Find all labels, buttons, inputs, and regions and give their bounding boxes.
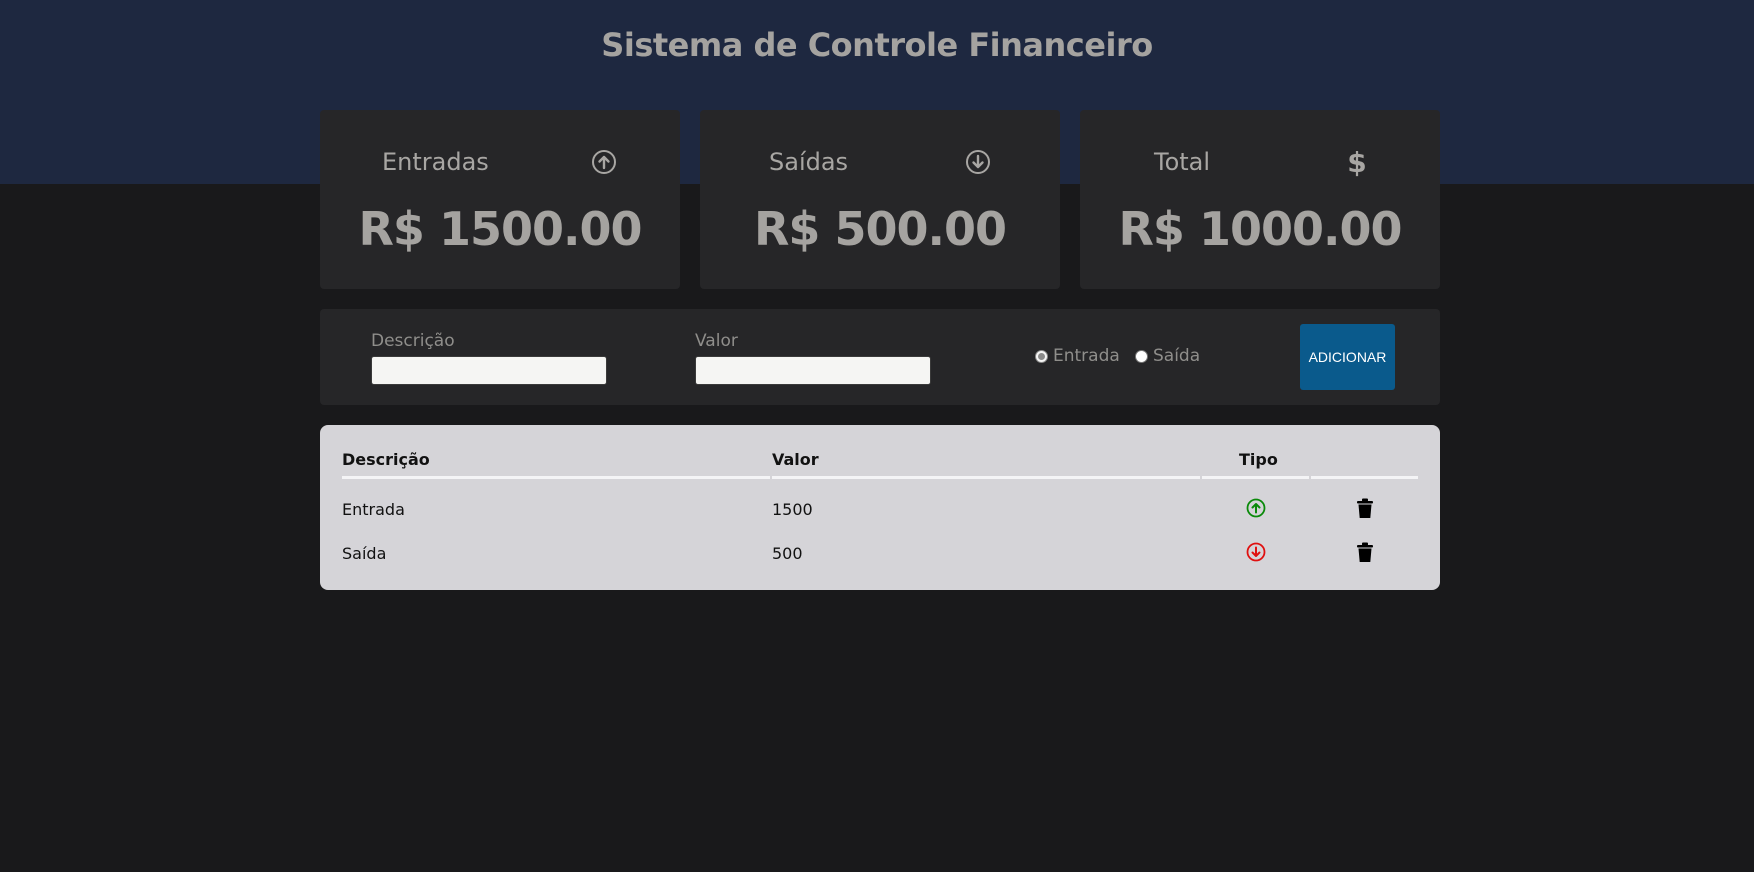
header-divider: [1311, 476, 1418, 479]
descricao-label: Descrição: [371, 331, 455, 351]
saidas-label: Saídas: [769, 148, 849, 176]
header-descricao: Descrição: [342, 450, 430, 469]
entradas-value: R$ 1500.00: [358, 202, 643, 256]
entradas-label: Entradas: [382, 148, 489, 176]
radio-entrada-label: Entrada: [1053, 346, 1120, 366]
radio-entrada-button[interactable]: [1035, 349, 1048, 363]
adicionar-button[interactable]: ADICIONAR: [1300, 324, 1395, 390]
total-card: Total $ R$ 1000.00: [1080, 110, 1440, 289]
valor-input[interactable]: [695, 356, 931, 385]
header-divider: [1202, 476, 1309, 479]
header-valor: Valor: [772, 450, 819, 469]
entradas-card: Entradas R$ 1500.00: [320, 110, 680, 289]
transaction-form: Descrição Valor Entrada Saída ADICIONAR: [320, 309, 1440, 405]
radio-saida-button[interactable]: [1135, 349, 1148, 363]
header-divider: [342, 476, 770, 479]
header-tipo: Tipo: [1239, 450, 1278, 469]
saidas-value: R$ 500.00: [754, 202, 1007, 256]
radio-entrada[interactable]: Entrada: [1035, 346, 1120, 366]
row-valor: 1500: [772, 500, 813, 519]
header-divider: [772, 476, 1200, 479]
transactions-table: Descrição Valor Tipo Entrada 1500 Saída …: [320, 425, 1440, 590]
saidas-card: Saídas R$ 500.00: [700, 110, 1060, 289]
valor-label: Valor: [695, 331, 738, 351]
arrow-up-circle-icon: [1245, 497, 1267, 519]
dollar-icon: $: [1347, 145, 1367, 179]
arrow-down-circle-icon: [1245, 541, 1267, 563]
radio-saida[interactable]: Saída: [1135, 346, 1200, 366]
row-descricao: Saída: [342, 544, 387, 563]
row-descricao: Entrada: [342, 500, 405, 519]
total-label: Total: [1154, 148, 1211, 176]
trash-icon[interactable]: [1354, 497, 1376, 519]
trash-icon[interactable]: [1354, 541, 1376, 563]
page-title: Sistema de Controle Financeiro: [601, 26, 1153, 64]
radio-saida-label: Saída: [1153, 346, 1201, 366]
descricao-input[interactable]: [371, 356, 607, 385]
total-value: R$ 1000.00: [1118, 202, 1403, 256]
arrow-down-circle-icon: [964, 148, 992, 176]
arrow-up-circle-icon: [590, 148, 618, 176]
row-valor: 500: [772, 544, 803, 563]
